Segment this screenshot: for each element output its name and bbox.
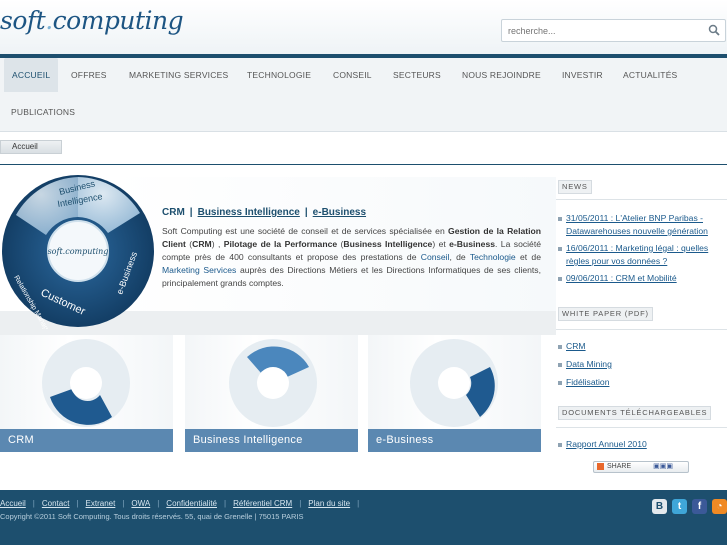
share-button[interactable]: SHARE ▣▣▣: [593, 461, 689, 473]
white-paper-list: CRM Data Mining Fidélisation: [558, 340, 612, 389]
nav-item-marketing-services[interactable]: MARKETING SERVICES: [129, 66, 228, 84]
bold-text: Business Intelligence: [343, 239, 433, 249]
card-label-e-business: e-Business: [368, 429, 541, 452]
list-item: 09/06/2011 : CRM et Mobilité: [558, 272, 727, 285]
text: et de: [515, 252, 541, 262]
bold-text: Pilotage de la Performance: [223, 239, 338, 249]
text: ) ,: [211, 239, 224, 249]
downloads-title: DOCUMENTS TÉLÉCHARGEABLES: [558, 406, 712, 420]
breadcrumb[interactable]: Accueil: [0, 140, 62, 154]
intro-offer-links: CRM | Business Intelligence | e-Business: [162, 207, 366, 218]
footer-link-extranet[interactable]: Extranet: [86, 499, 116, 508]
footer-link-accueil[interactable]: Accueil: [0, 499, 26, 508]
rss-icon[interactable]: ◔: [712, 499, 727, 514]
crm-wheel-graphic: [42, 339, 130, 427]
nav-item-nous-rejoindre[interactable]: NOUS REJOINDRE: [462, 66, 541, 84]
list-item: 31/05/2011 : L'Atelier BNP Paribas - Dat…: [558, 212, 727, 238]
share-icon: [597, 462, 604, 470]
downloads-list: Rapport Annuel 2010: [558, 438, 647, 451]
social-mini-icons: ▣▣▣: [653, 463, 673, 470]
nav-item-offres[interactable]: OFFRES: [71, 66, 107, 84]
card-e-business[interactable]: e-Business: [368, 335, 541, 452]
site-logo[interactable]: soft.computing: [0, 6, 184, 35]
bi-wheel-graphic: [229, 339, 317, 427]
news-title: NEWS: [558, 180, 592, 194]
nav-item-actualites[interactable]: ACTUALITÉS: [623, 66, 677, 84]
news-link[interactable]: 16/06/2011 : Marketing légal : quelles r…: [566, 243, 708, 266]
text: , de: [449, 252, 470, 262]
white-paper-title: WHITE PAPER (PDF): [558, 307, 653, 321]
list-item: Fidélisation: [558, 376, 612, 389]
blogger-icon[interactable]: B: [652, 499, 667, 514]
separator: |: [224, 499, 227, 508]
site-footer: Accueil | Contact | Extranet | OWA | Confidentia…: [0, 490, 727, 545]
link-conseil[interactable]: Conseil: [421, 252, 450, 262]
logo-text-computing: computing: [52, 6, 184, 35]
bold-text: e-Business: [449, 239, 496, 249]
news-link[interactable]: 31/05/2011 : L'Atelier BNP Paribas - Dat…: [566, 213, 708, 236]
separator: |: [157, 499, 160, 508]
copyright: Copyright ©2011 Soft Computing. Tous dro…: [0, 512, 304, 521]
logo-dot: .: [45, 6, 53, 35]
divider: [556, 427, 727, 428]
nav-item-publications[interactable]: PUBLICATIONS: [11, 103, 75, 121]
link-technologie[interactable]: Technologie: [470, 252, 516, 262]
site-header: soft.computing: [0, 0, 727, 55]
list-item: CRM: [558, 340, 612, 353]
separator: |: [122, 499, 125, 508]
card-crm[interactable]: CRM: [0, 335, 173, 452]
link-business-intelligence[interactable]: Business Intelligence: [198, 207, 300, 218]
link-e-business[interactable]: e-Business: [313, 207, 366, 218]
white-paper-link[interactable]: Fidélisation: [566, 377, 609, 387]
link-marketing-services[interactable]: Marketing Services: [162, 265, 236, 275]
separator: |: [32, 499, 35, 508]
text: Soft Computing est une société de consei…: [162, 226, 449, 236]
white-paper-link[interactable]: Data Mining: [566, 359, 612, 369]
separator: |: [304, 207, 308, 218]
separator: |: [189, 207, 193, 218]
text: ) et: [432, 239, 450, 249]
list-item: Data Mining: [558, 358, 612, 371]
separator: |: [357, 499, 360, 508]
list-item: 16/06/2011 : Marketing légal : quelles r…: [558, 242, 727, 268]
card-label-business-intelligence: Business Intelligence: [185, 429, 358, 452]
white-paper-link[interactable]: CRM: [566, 341, 586, 351]
ebusiness-wheel-graphic: [410, 339, 498, 427]
news-list: 31/05/2011 : L'Atelier BNP Paribas - Dat…: [558, 212, 727, 285]
footer-link-referentiel-crm[interactable]: Référentiel CRM: [233, 499, 292, 508]
breadcrumb-bar: Accueil: [0, 132, 727, 165]
download-link[interactable]: Rapport Annuel 2010: [566, 439, 647, 449]
offer-wheel-graphic: soft.computing Business Intelligence Cus…: [2, 175, 154, 329]
nav-item-conseil[interactable]: CONSEIL: [333, 66, 372, 84]
footer-link-contact[interactable]: Contact: [42, 499, 70, 508]
separator: |: [299, 499, 302, 508]
search-input[interactable]: [502, 20, 697, 41]
card-label-crm: CRM: [0, 429, 173, 452]
divider: [556, 199, 727, 200]
nav-item-accueil[interactable]: ACCUEIL: [4, 58, 59, 92]
list-item: Rapport Annuel 2010: [558, 438, 647, 451]
facebook-icon[interactable]: f: [692, 499, 707, 514]
footer-link-confidentialite[interactable]: Confidentialité: [166, 499, 217, 508]
link-crm[interactable]: CRM: [162, 207, 185, 218]
twitter-icon[interactable]: t: [672, 499, 687, 514]
separator: |: [76, 499, 79, 508]
divider: [556, 329, 727, 330]
search-icon[interactable]: [708, 24, 720, 36]
logo-text-soft: soft: [0, 6, 46, 35]
main-nav: ACCUEIL OFFRES MARKETING SERVICES TECHNO…: [0, 58, 727, 132]
nav-item-technologie[interactable]: TECHNOLOGIE: [247, 66, 311, 84]
bold-text: CRM: [192, 239, 212, 249]
footer-links: Accueil | Contact | Extranet | OWA | Confidentia…: [0, 499, 366, 508]
card-business-intelligence[interactable]: Business Intelligence: [185, 335, 358, 452]
footer-link-owa[interactable]: OWA: [131, 499, 150, 508]
news-link[interactable]: 09/06/2011 : CRM et Mobilité: [566, 273, 677, 283]
nav-item-secteurs[interactable]: SECTEURS: [393, 66, 441, 84]
nav-item-investir[interactable]: INVESTIR: [562, 66, 603, 84]
share-label: SHARE: [607, 463, 632, 470]
orb-logo-text: soft.computing: [48, 247, 109, 256]
intro-paragraph: Soft Computing est une société de consei…: [162, 225, 541, 290]
footer-link-plan-du-site[interactable]: Plan du site: [308, 499, 350, 508]
search-box: [501, 19, 726, 42]
